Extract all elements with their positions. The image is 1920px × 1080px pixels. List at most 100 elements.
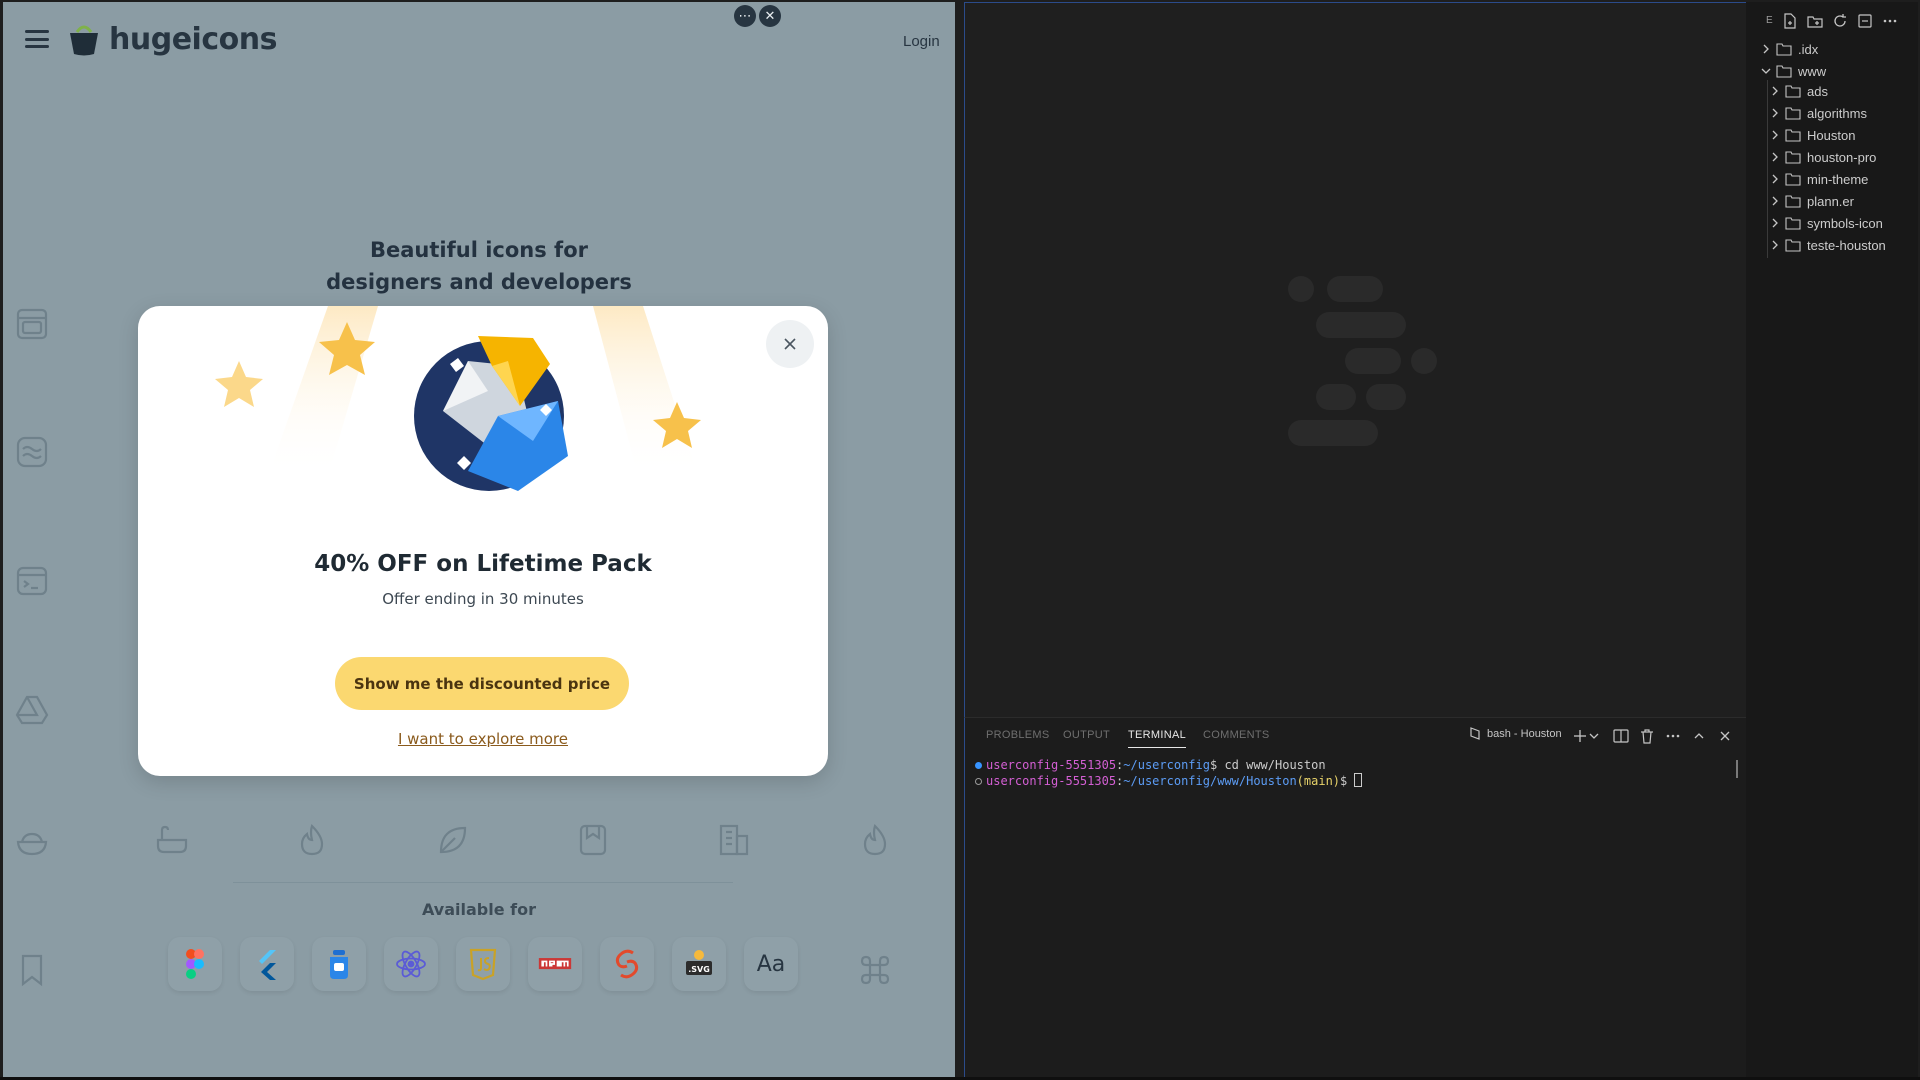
new-file-icon[interactable] — [1781, 12, 1799, 30]
tab-terminal[interactable]: TERMINAL — [1128, 729, 1187, 748]
chevron-right-icon — [1772, 86, 1778, 96]
login-link[interactable]: Login — [903, 33, 940, 50]
hero-title-line2: designers and developers — [326, 270, 632, 294]
tree-item-planner[interactable]: plann.er — [1767, 190, 1854, 212]
drive-icon — [15, 695, 49, 725]
command-success-dot — [975, 762, 982, 769]
modal-headline: 40% OFF on Lifetime Pack — [314, 551, 652, 577]
tree-item-label: symbols-icon — [1807, 215, 1883, 231]
terminal-line[interactable]: userconfig-5551305:~/userconfig/www/Hous… — [975, 773, 1363, 788]
tree-item-www[interactable]: www — [1758, 60, 1826, 82]
tab-problems[interactable]: PROBLEMS — [986, 729, 1050, 741]
collapse-all-icon[interactable] — [1856, 12, 1874, 30]
promo-illustration — [215, 306, 701, 491]
building-icon — [719, 824, 749, 856]
react-tile[interactable] — [384, 937, 438, 991]
font-icon: Aa — [756, 951, 786, 977]
svg-tile[interactable]: .SVG — [672, 937, 726, 991]
tree-item-symbols-icon[interactable]: symbols-icon — [1767, 212, 1883, 234]
menu-icon[interactable] — [25, 30, 49, 48]
tree-item-label: min-theme — [1807, 171, 1869, 187]
chevron-right-icon — [1772, 196, 1778, 206]
tree-item-label: algorithms — [1807, 105, 1867, 121]
tab-output[interactable]: OUTPUT — [1063, 729, 1110, 741]
chevron-right-icon — [1772, 218, 1778, 228]
bookmark-icon — [21, 954, 43, 987]
folder-open-icon — [1776, 65, 1792, 78]
new-folder-icon[interactable] — [1806, 12, 1824, 30]
trash-icon[interactable] — [1638, 727, 1656, 745]
jar-tile[interactable] — [312, 937, 366, 991]
tree-item-label: www — [1798, 63, 1827, 79]
close-icon — [784, 338, 796, 350]
brand-logo[interactable]: hugeicons — [65, 20, 277, 58]
flutter-tile[interactable] — [240, 937, 294, 991]
folder-icon — [1776, 43, 1792, 56]
code-window-icon — [16, 566, 48, 596]
tree-item-teste-houston[interactable]: teste-houston — [1767, 234, 1886, 256]
terminal-scrollbar[interactable] — [1736, 760, 1738, 778]
terminal-line[interactable]: userconfig-5551305:~/userconfig$ cd www/… — [975, 758, 1326, 772]
chevron-right-icon — [1772, 130, 1778, 140]
svg-text:.SVG: .SVG — [688, 965, 710, 974]
refresh-icon[interactable] — [1831, 12, 1849, 30]
prompt-symbol: $ — [1340, 774, 1355, 788]
prompt-path: ~/userconfig/www/Houston — [1123, 774, 1297, 788]
modal-close-button[interactable] — [766, 320, 814, 368]
npm-tile[interactable] — [528, 937, 582, 991]
prompt-path: ~/userconfig — [1123, 758, 1210, 772]
split-terminal-icon[interactable] — [1612, 727, 1630, 745]
figma-tile[interactable] — [168, 937, 222, 991]
promo-modal: 40% OFF on Lifetime Pack Offer ending in… — [138, 306, 828, 776]
tree-item-min-theme[interactable]: min-theme — [1767, 168, 1868, 190]
jar-icon — [330, 950, 348, 979]
wave-icon — [16, 436, 48, 468]
brand-name: hugeicons — [109, 21, 277, 57]
tree-item-houston[interactable]: Houston — [1767, 124, 1855, 146]
leaf-icon — [439, 826, 467, 854]
react-icon — [396, 950, 426, 978]
chevron-right-icon — [1772, 240, 1778, 250]
chevron-right-icon — [1772, 152, 1778, 162]
tab-comments[interactable]: COMMENTS — [1203, 729, 1270, 741]
explorer-title: E — [1766, 15, 1773, 26]
more-actions-icon[interactable] — [1664, 727, 1682, 745]
flutter-icon — [259, 950, 276, 980]
folder-icon — [1785, 129, 1801, 142]
folder-icon — [1785, 195, 1801, 208]
figma-icon — [186, 949, 204, 979]
bookmark-icon — [579, 824, 607, 856]
javascript-tile[interactable] — [456, 937, 510, 991]
terminal-icon — [1470, 727, 1480, 740]
chevron-right-icon — [1763, 44, 1769, 54]
discounted-price-button[interactable]: Show me the discounted price — [335, 657, 629, 710]
font-tile[interactable]: Aa — [744, 937, 798, 991]
tree-item-label: ads — [1807, 83, 1828, 99]
prompt-user: userconfig-5551305 — [986, 774, 1117, 788]
command-text: cd www/Houston — [1224, 758, 1326, 772]
oven-icon — [16, 308, 48, 340]
folder-icon — [1785, 151, 1801, 164]
chevron-right-icon — [1772, 108, 1778, 118]
more-actions-icon[interactable] — [1881, 12, 1899, 30]
tree-item-idx[interactable]: .idx — [1758, 38, 1818, 60]
basket-logo-icon — [70, 25, 98, 56]
command-icon — [860, 955, 890, 985]
fire-icon — [863, 823, 887, 856]
terminal-selector[interactable]: bash - Houston — [1468, 727, 1562, 741]
folder-icon — [1785, 85, 1801, 98]
close-panel-icon[interactable] — [1716, 727, 1734, 745]
folder-icon — [1785, 107, 1801, 120]
maximize-panel-icon[interactable] — [1690, 727, 1708, 745]
svelte-tile[interactable] — [600, 937, 654, 991]
tree-item-houston-pro[interactable]: houston-pro — [1767, 146, 1876, 168]
chevron-down-icon[interactable] — [1585, 727, 1603, 745]
folder-icon — [1785, 217, 1801, 230]
close-pane-button[interactable]: ✕ — [759, 5, 781, 27]
explore-more-link[interactable]: I want to explore more — [138, 730, 828, 748]
bathtub-icon — [156, 825, 188, 854]
tree-item-algorithms[interactable]: algorithms — [1767, 102, 1867, 124]
more-options-button[interactable]: ⋯ — [734, 5, 756, 27]
modal-subline: Offer ending in 30 minutes — [382, 590, 584, 608]
tree-item-ads[interactable]: ads — [1767, 80, 1828, 102]
